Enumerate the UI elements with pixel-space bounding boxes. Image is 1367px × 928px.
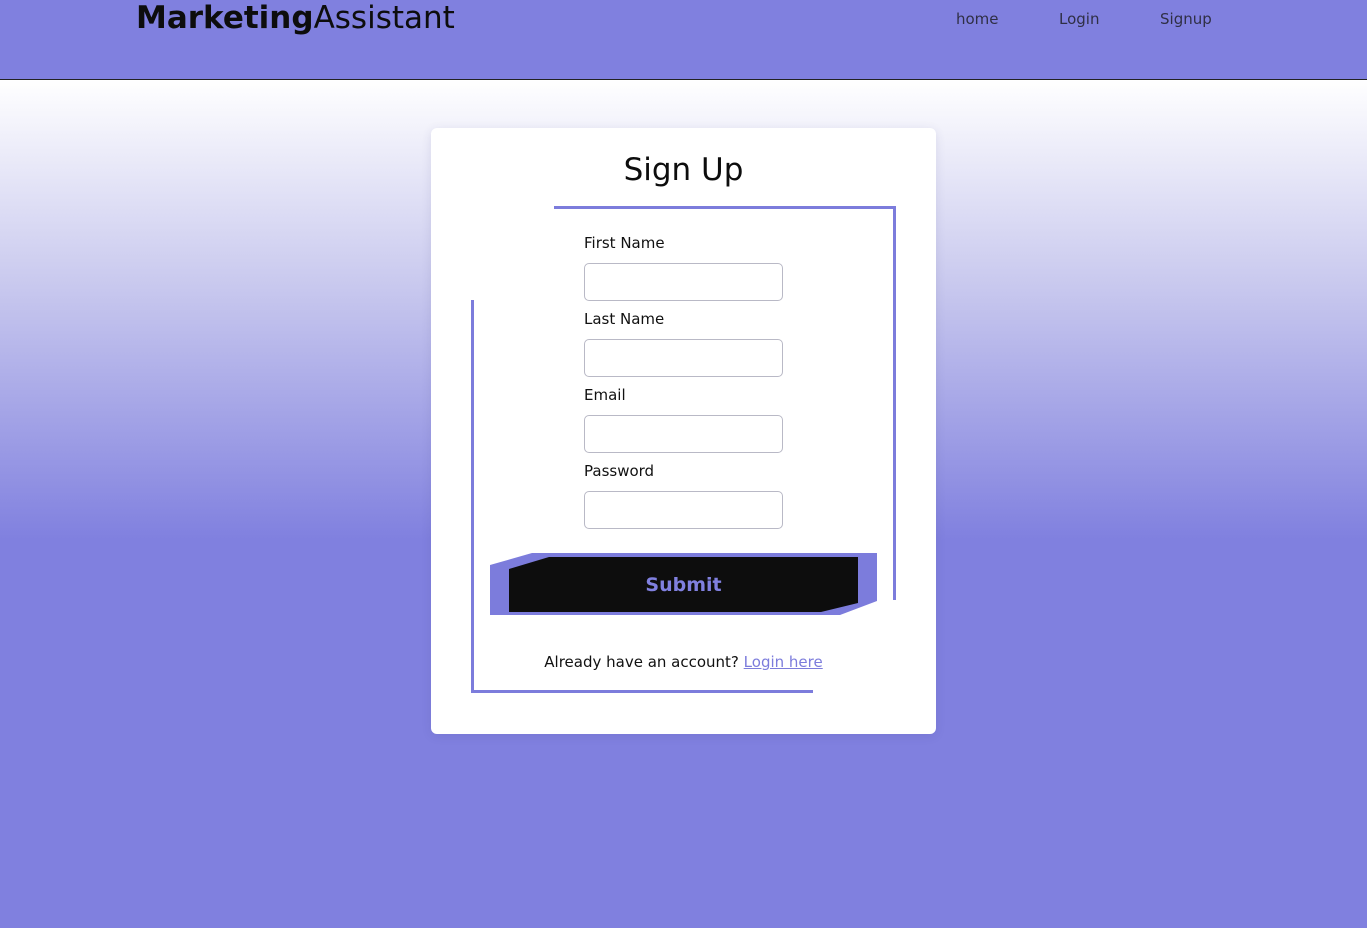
page-title: Sign Up <box>623 152 744 188</box>
brand-bold-text: Marketing <box>136 0 314 36</box>
brand-logo[interactable]: MarketingAssistant <box>136 0 455 38</box>
nav-signup-link[interactable]: Signup <box>1160 10 1212 28</box>
frame-border-right <box>893 206 896 600</box>
submit-button[interactable]: Submit <box>509 557 858 612</box>
last-name-field[interactable] <box>584 339 783 377</box>
email-label: Email <box>584 386 626 404</box>
frame-border-left <box>471 300 474 692</box>
top-navbar: MarketingAssistant home Login Signup <box>0 0 1367 80</box>
last-name-label: Last Name <box>584 310 665 328</box>
frame-border-bottom <box>471 690 813 693</box>
first-name-field[interactable] <box>584 263 783 301</box>
nav-home-link[interactable]: home <box>956 10 999 28</box>
login-prompt: Already have an account? Login here <box>431 652 936 672</box>
signup-card: Sign Up First Name Last Name Email Passw… <box>431 128 936 734</box>
email-field[interactable] <box>584 415 783 453</box>
login-here-link[interactable]: Login here <box>744 653 823 671</box>
nav-login-link[interactable]: Login <box>1059 10 1099 28</box>
first-name-label: First Name <box>584 234 665 252</box>
password-field[interactable] <box>584 491 783 529</box>
brand-light-text: Assistant <box>313 0 455 36</box>
login-prompt-text: Already have an account? <box>544 653 739 671</box>
password-label: Password <box>584 462 655 480</box>
frame-border-top <box>554 206 896 209</box>
